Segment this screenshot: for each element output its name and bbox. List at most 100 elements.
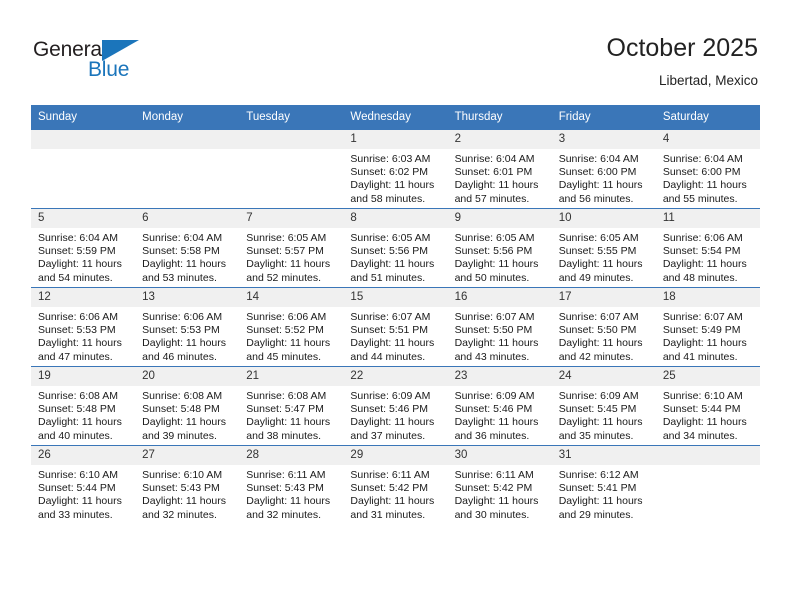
calendar-day-cell[interactable]: 28 Sunrise: 6:11 AM Sunset: 5:43 PM Dayl…: [239, 445, 344, 524]
calendar-day-cell[interactable]: 3 Sunrise: 6:04 AM Sunset: 6:00 PM Dayli…: [551, 130, 656, 209]
calendar-day-cell[interactable]: 23 Sunrise: 6:09 AM Sunset: 5:46 PM Dayl…: [447, 366, 552, 446]
calendar-day-cell[interactable]: 22 Sunrise: 6:09 AM Sunset: 5:46 PM Dayl…: [343, 366, 448, 446]
day-details: Sunrise: 6:03 AM Sunset: 6:02 PM Dayligh…: [343, 149, 447, 206]
calendar-day-cell[interactable]: 13 Sunrise: 6:06 AM Sunset: 5:53 PM Dayl…: [135, 287, 240, 367]
calendar-day-cell[interactable]: 31 Sunrise: 6:12 AM Sunset: 5:41 PM Dayl…: [551, 445, 656, 524]
calendar-day-cell[interactable]: 15 Sunrise: 6:07 AM Sunset: 5:51 PM Dayl…: [343, 287, 448, 367]
calendar-day-cell[interactable]: 11 Sunrise: 6:06 AM Sunset: 5:54 PM Dayl…: [655, 208, 760, 288]
daylight-text-line1: Daylight: 11 hours: [142, 337, 226, 350]
sunset-text: Sunset: 6:02 PM: [350, 166, 429, 179]
calendar-day-cell[interactable]: 16 Sunrise: 6:07 AM Sunset: 5:50 PM Dayl…: [447, 287, 552, 367]
day-details: Sunrise: 6:09 AM Sunset: 5:46 PM Dayligh…: [343, 386, 447, 443]
day-details: Sunrise: 6:06 AM Sunset: 5:53 PM Dayligh…: [31, 307, 135, 364]
sunrise-text: Sunrise: 6:05 AM: [350, 232, 431, 244]
day-number: [31, 130, 136, 149]
day-details: Sunrise: 6:11 AM Sunset: 5:42 PM Dayligh…: [448, 465, 552, 522]
daylight-text-line2: and 52 minutes.: [246, 271, 321, 284]
day-details: Sunrise: 6:05 AM Sunset: 5:56 PM Dayligh…: [448, 228, 552, 285]
day-number: 6: [135, 209, 240, 228]
calendar-day-cell[interactable]: 24 Sunrise: 6:09 AM Sunset: 5:45 PM Dayl…: [551, 366, 656, 446]
calendar-day-cell[interactable]: 9 Sunrise: 6:05 AM Sunset: 5:56 PM Dayli…: [447, 208, 552, 288]
day-number: 31: [551, 446, 656, 465]
calendar-day-cell[interactable]: [655, 445, 760, 524]
sunrise-text: Sunrise: 6:06 AM: [246, 311, 327, 323]
sunrise-text: Sunrise: 6:10 AM: [38, 469, 118, 481]
daylight-text-line2: and 42 minutes.: [558, 350, 634, 363]
sunrise-text: Sunrise: 6:11 AM: [454, 469, 534, 481]
sunrise-text: Sunrise: 6:09 AM: [350, 390, 431, 402]
daylight-text-line2: and 58 minutes.: [350, 192, 426, 205]
sunrise-text: Sunrise: 6:06 AM: [662, 232, 743, 244]
daylight-text-line1: Daylight: 11 hours: [350, 337, 435, 350]
calendar-week-row: 12 Sunrise: 6:06 AM Sunset: 5:53 PM Dayl…: [31, 287, 760, 367]
calendar-day-cell[interactable]: 8 Sunrise: 6:05 AM Sunset: 5:56 PM Dayli…: [343, 208, 448, 288]
day-number: 20: [135, 367, 240, 386]
day-number: 21: [239, 367, 344, 386]
calendar-day-cell[interactable]: 25 Sunrise: 6:10 AM Sunset: 5:44 PM Dayl…: [655, 366, 760, 446]
day-details: Sunrise: 6:04 AM Sunset: 6:01 PM Dayligh…: [448, 149, 552, 206]
sunset-text: Sunset: 5:56 PM: [454, 245, 533, 258]
sunset-text: Sunset: 5:59 PM: [38, 245, 116, 258]
calendar-day-cell[interactable]: 18 Sunrise: 6:07 AM Sunset: 5:49 PM Dayl…: [655, 287, 760, 367]
calendar-day-cell[interactable]: 12 Sunrise: 6:06 AM Sunset: 5:53 PM Dayl…: [31, 287, 136, 367]
daylight-text-line1: Daylight: 11 hours: [454, 258, 539, 271]
calendar-day-cell[interactable]: 5 Sunrise: 6:04 AM Sunset: 5:59 PM Dayli…: [31, 208, 136, 288]
day-number: 18: [655, 288, 760, 307]
day-number: 19: [31, 367, 136, 386]
sunset-text: Sunset: 5:51 PM: [350, 324, 429, 337]
calendar-day-cell[interactable]: 7 Sunrise: 6:05 AM Sunset: 5:57 PM Dayli…: [239, 208, 344, 288]
daylight-text-line1: Daylight: 11 hours: [558, 495, 643, 508]
calendar-day-cell[interactable]: 10 Sunrise: 6:05 AM Sunset: 5:55 PM Dayl…: [551, 208, 656, 288]
daylight-text-line1: Daylight: 11 hours: [558, 258, 643, 271]
sunset-text: Sunset: 5:48 PM: [142, 403, 220, 416]
sunset-text: Sunset: 5:41 PM: [558, 482, 637, 495]
calendar-day-cell[interactable]: 17 Sunrise: 6:07 AM Sunset: 5:50 PM Dayl…: [551, 287, 656, 367]
day-details: [239, 149, 343, 153]
day-number: 17: [551, 288, 656, 307]
weekday-header-saturday: Saturday: [655, 105, 760, 130]
calendar-day-cell[interactable]: 1 Sunrise: 6:03 AM Sunset: 6:02 PM Dayli…: [343, 130, 448, 209]
page-subtitle-location: Libertad, Mexico: [658, 73, 758, 88]
calendar-day-cell[interactable]: 21 Sunrise: 6:08 AM Sunset: 5:47 PM Dayl…: [239, 366, 344, 446]
calendar-day-cell[interactable]: [135, 130, 240, 209]
day-number: 1: [343, 130, 448, 149]
weekday-header-thursday: Thursday: [447, 105, 552, 130]
daylight-text-line2: and 31 minutes.: [350, 508, 426, 521]
calendar-day-cell[interactable]: 4 Sunrise: 6:04 AM Sunset: 6:00 PM Dayli…: [655, 130, 760, 209]
calendar-day-cell[interactable]: 30 Sunrise: 6:11 AM Sunset: 5:42 PM Dayl…: [447, 445, 552, 524]
calendar-day-cell[interactable]: 26 Sunrise: 6:10 AM Sunset: 5:44 PM Dayl…: [31, 445, 136, 524]
day-details: [135, 149, 239, 153]
page-header: General Blue October 2025 Libertad, Mexi…: [0, 0, 792, 100]
general-blue-logo[interactable]: General Blue: [33, 38, 163, 84]
sunset-text: Sunset: 5:45 PM: [558, 403, 637, 416]
calendar-day-cell[interactable]: 29 Sunrise: 6:11 AM Sunset: 5:42 PM Dayl…: [343, 445, 448, 524]
calendar-day-cell[interactable]: [239, 130, 344, 209]
calendar-day-cell[interactable]: 19 Sunrise: 6:08 AM Sunset: 5:48 PM Dayl…: [31, 366, 136, 446]
day-number: 4: [655, 130, 760, 149]
calendar-day-cell[interactable]: 27 Sunrise: 6:10 AM Sunset: 5:43 PM Dayl…: [135, 445, 240, 524]
day-number: 16: [447, 288, 552, 307]
day-details: Sunrise: 6:07 AM Sunset: 5:50 PM Dayligh…: [552, 307, 656, 364]
sunrise-text: Sunrise: 6:10 AM: [142, 469, 223, 481]
day-details: Sunrise: 6:07 AM Sunset: 5:49 PM Dayligh…: [656, 307, 760, 364]
day-number: 8: [343, 209, 448, 228]
sunset-text: Sunset: 6:00 PM: [662, 166, 741, 179]
weekday-header-sunday: Sunday: [31, 105, 136, 130]
calendar-week-row: 1 Sunrise: 6:03 AM Sunset: 6:02 PM Dayli…: [31, 130, 760, 209]
calendar-day-cell[interactable]: [31, 130, 136, 209]
sunset-text: Sunset: 5:46 PM: [454, 403, 533, 416]
daylight-text-line1: Daylight: 11 hours: [454, 337, 539, 350]
calendar-day-cell[interactable]: 6 Sunrise: 6:04 AM Sunset: 5:58 PM Dayli…: [135, 208, 240, 288]
sunrise-text: Sunrise: 6:11 AM: [246, 469, 326, 481]
daylight-text-line1: Daylight: 11 hours: [38, 416, 122, 429]
daylight-text-line2: and 53 minutes.: [142, 271, 217, 284]
day-details: Sunrise: 6:08 AM Sunset: 5:48 PM Dayligh…: [31, 386, 135, 443]
calendar-week-row: 19 Sunrise: 6:08 AM Sunset: 5:48 PM Dayl…: [31, 366, 760, 446]
daylight-text-line1: Daylight: 11 hours: [454, 179, 539, 192]
calendar-day-cell[interactable]: 20 Sunrise: 6:08 AM Sunset: 5:48 PM Dayl…: [135, 366, 240, 446]
day-number: 29: [343, 446, 448, 465]
calendar-day-cell[interactable]: 14 Sunrise: 6:06 AM Sunset: 5:52 PM Dayl…: [239, 287, 344, 367]
sunset-text: Sunset: 5:47 PM: [246, 403, 324, 416]
calendar-day-cell[interactable]: 2 Sunrise: 6:04 AM Sunset: 6:01 PM Dayli…: [447, 130, 552, 209]
daylight-text-line1: Daylight: 11 hours: [38, 495, 122, 508]
